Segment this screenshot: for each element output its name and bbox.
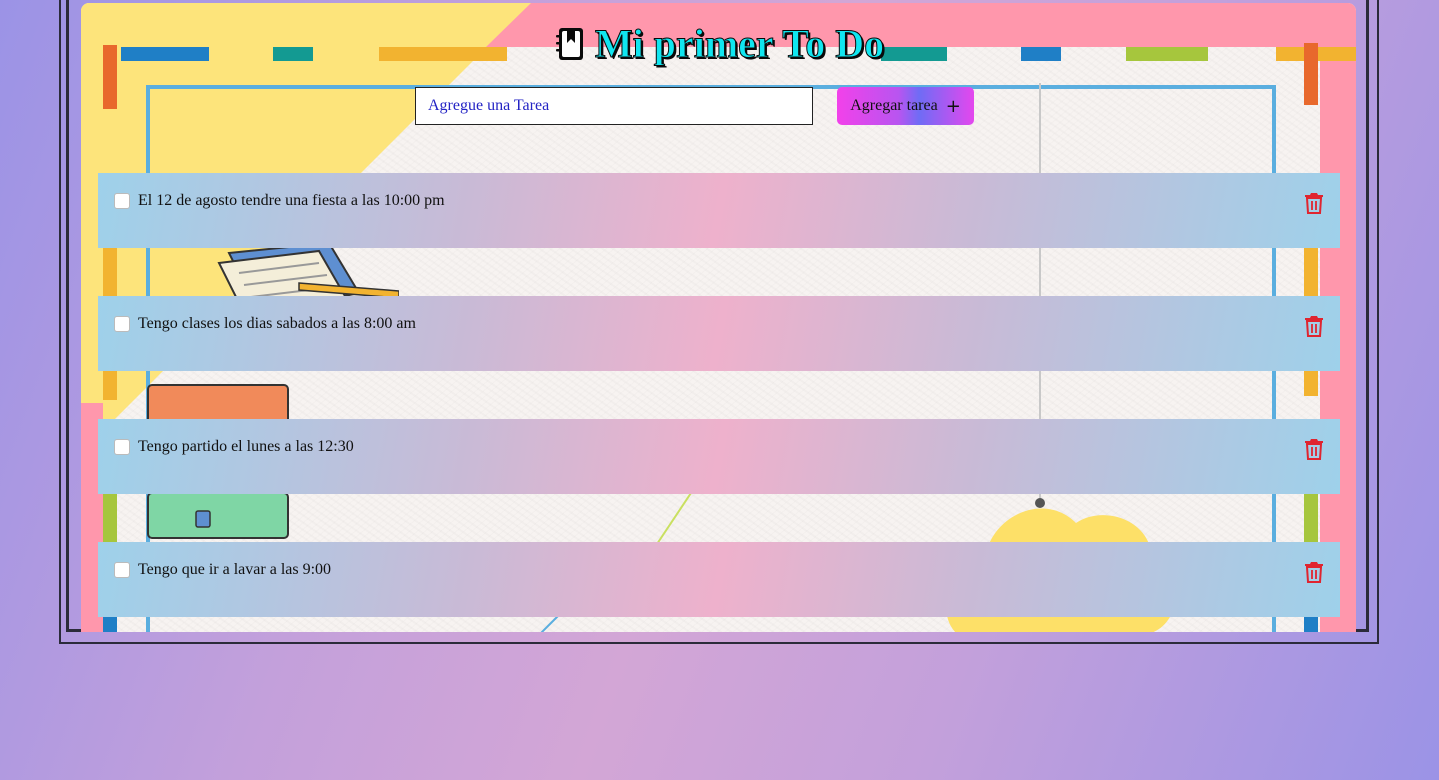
task-checkbox[interactable] <box>114 316 130 332</box>
task-text: Tengo clases los dias sabados a las 8:00… <box>138 315 416 332</box>
task-text: Tengo que ir a lavar a las 9:00 <box>138 561 332 578</box>
task-item: Tengo clases los dias sabados a las 8:00… <box>98 296 1340 371</box>
page-title: Mi primer To Do <box>594 21 885 66</box>
plus-icon: + <box>945 95 961 117</box>
task-checkbox[interactable] <box>114 193 130 209</box>
task-item: El 12 de agosto tendre una fiesta a las … <box>98 173 1340 248</box>
task-item: Tengo partido el lunes a las 12:30 <box>98 419 1340 494</box>
task-input[interactable] <box>415 87 813 125</box>
task-item: Tengo que ir a lavar a las 9:00 <box>98 542 1340 617</box>
task-text: El 12 de agosto tendre una fiesta a las … <box>138 192 445 209</box>
trash-icon[interactable] <box>1304 438 1324 460</box>
trash-icon[interactable] <box>1304 315 1324 337</box>
task-text: Tengo partido el lunes a las 12:30 <box>138 438 354 455</box>
address-book-icon <box>555 28 583 60</box>
trash-icon[interactable] <box>1304 561 1324 583</box>
add-task-button-label: Agregar tarea <box>850 97 938 114</box>
add-task-button[interactable]: Agregar tarea + <box>837 87 974 125</box>
header: Mi primer To Do <box>0 21 1439 66</box>
trash-icon[interactable] <box>1304 192 1324 214</box>
task-checkbox[interactable] <box>114 562 130 578</box>
task-checkbox[interactable] <box>114 439 130 455</box>
